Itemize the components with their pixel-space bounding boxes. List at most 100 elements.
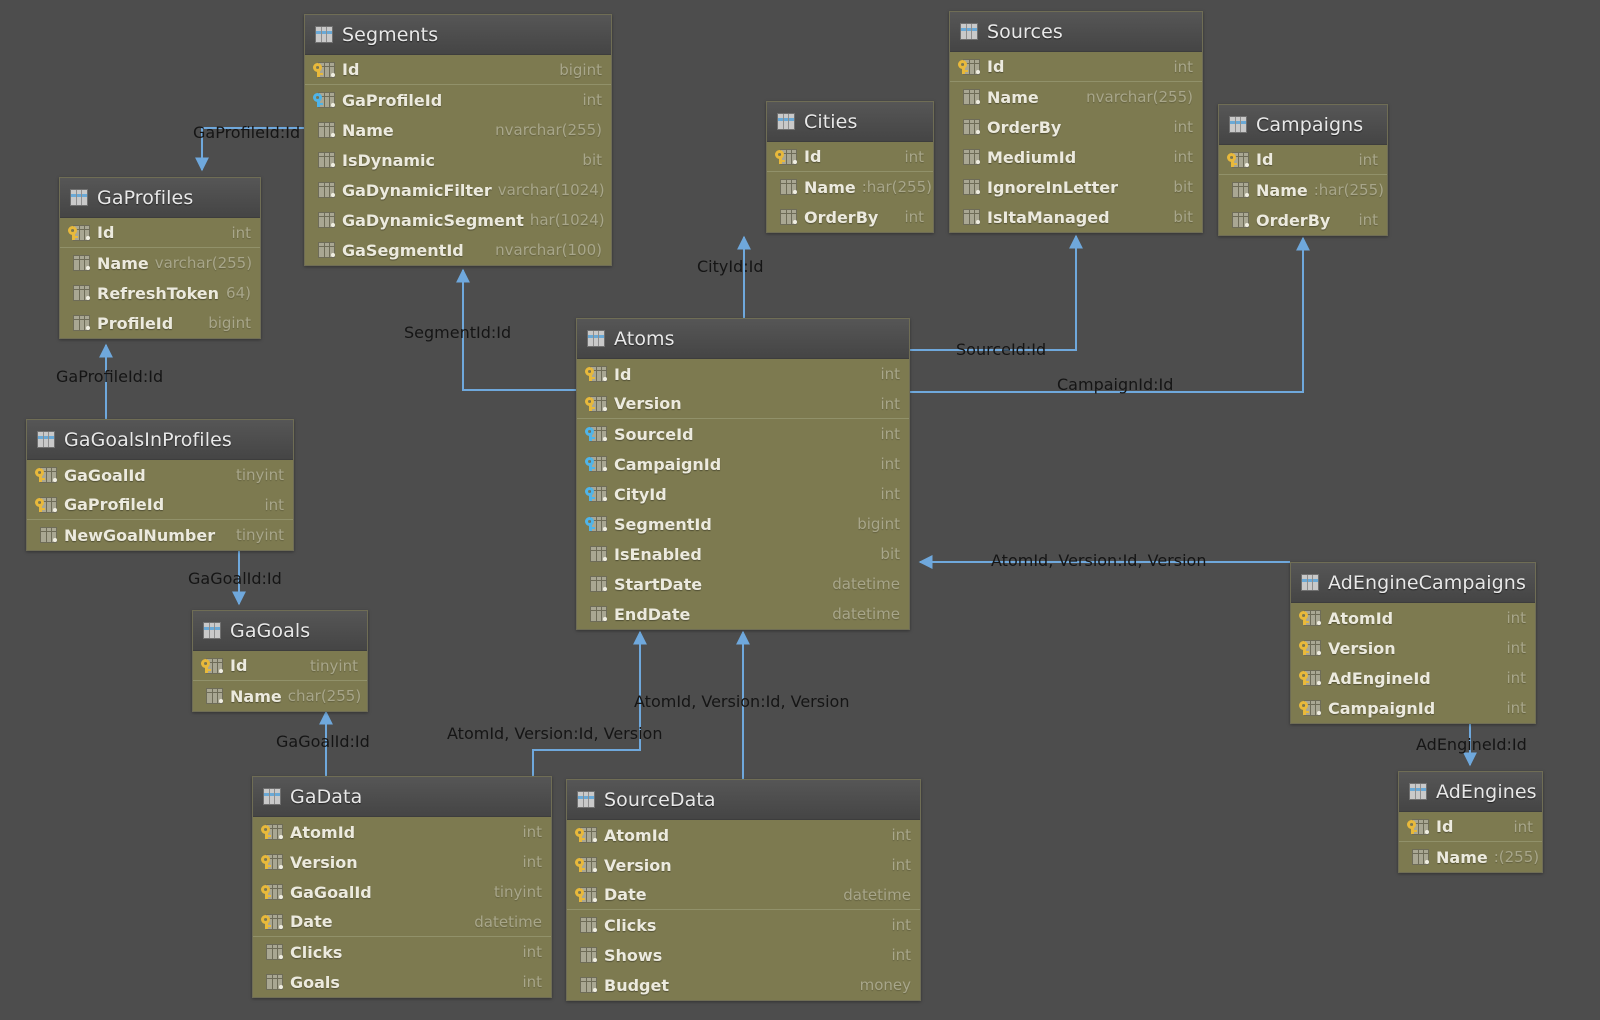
- column-name: AdEngineId: [1328, 668, 1431, 688]
- column-type: bit: [880, 545, 900, 563]
- table-row[interactable]: Name nvarchar(255): [950, 82, 1202, 112]
- table-row[interactable]: GaGoalId tinyint: [27, 460, 293, 490]
- key-icon: [1227, 152, 1239, 167]
- table-header-sourcedata[interactable]: SourceData: [567, 780, 920, 820]
- table-row[interactable]: StartDate datetime: [577, 569, 909, 599]
- table-row[interactable]: Version int: [253, 847, 551, 877]
- table-row[interactable]: AtomId int: [567, 820, 920, 850]
- table-row[interactable]: GaSegmentId nvarchar(100): [305, 235, 611, 265]
- table-adenginecampaigns[interactable]: AdEngineCampaigns AtomId int Version int AdEn…: [1290, 562, 1536, 724]
- table-row[interactable]: IgnoreInLetter bit: [950, 172, 1202, 202]
- table-adengines[interactable]: AdEngines Id int Name:(255): [1398, 771, 1543, 873]
- table-header-sources[interactable]: Sources: [950, 12, 1202, 52]
- table-header-campaigns[interactable]: Campaigns: [1219, 105, 1387, 145]
- table-row[interactable]: CampaignId int: [1291, 693, 1535, 723]
- table-row[interactable]: RefreshToken 64): [60, 278, 260, 308]
- table-row[interactable]: OrderBy int: [950, 112, 1202, 142]
- table-row[interactable]: GaDynamicFilter varchar(1024): [305, 175, 611, 205]
- table-header-gadata[interactable]: GaData: [253, 777, 551, 817]
- table-header-atoms[interactable]: Atoms: [577, 319, 909, 359]
- table-row[interactable]: Name nvarchar(255): [305, 115, 611, 145]
- column-name: OrderBy: [1256, 210, 1331, 230]
- table-gagoalsinprofiles[interactable]: GaGoalsInProfiles GaGoalId tinyint GaProfil…: [26, 419, 294, 551]
- table-row[interactable]: Name:har(255): [1219, 175, 1387, 205]
- table-row[interactable]: MediumId int: [950, 142, 1202, 172]
- column-name: IsItaManaged: [987, 207, 1110, 227]
- table-row[interactable]: Date datetime: [567, 880, 920, 910]
- table-row[interactable]: GaDynamicSegment har(1024): [305, 205, 611, 235]
- column-type: 64): [226, 284, 251, 302]
- table-row[interactable]: CampaignId int: [577, 449, 909, 479]
- table-header-gaprofiles[interactable]: GaProfiles: [60, 178, 260, 218]
- table-row[interactable]: AtomId int: [253, 817, 551, 847]
- table-row[interactable]: Name varchar(255): [60, 248, 260, 278]
- table-title: SourceData: [604, 788, 716, 811]
- table-row[interactable]: GaProfileId int: [305, 85, 611, 115]
- column-name: GaProfileId: [64, 495, 165, 514]
- table-row[interactable]: Id int: [767, 142, 933, 172]
- table-row[interactable]: Budget money: [567, 970, 920, 1000]
- table-row[interactable]: Id bigint: [305, 55, 611, 85]
- column-name: OrderBy: [804, 207, 879, 227]
- table-row[interactable]: Clicks int: [253, 937, 551, 967]
- table-row[interactable]: EndDate datetime: [577, 599, 909, 629]
- table-row[interactable]: Name:(255): [1399, 842, 1542, 872]
- table-icon: [960, 23, 978, 40]
- table-row[interactable]: Date datetime: [253, 907, 551, 937]
- table-row[interactable]: Id int: [60, 218, 260, 248]
- table-title: AdEngines: [1436, 780, 1537, 803]
- table-segments[interactable]: Segments Id bigint GaProfileId int Name nvarch…: [304, 14, 612, 266]
- table-row[interactable]: Name:har(255): [767, 172, 933, 202]
- table-row[interactable]: Id int: [1399, 812, 1542, 842]
- table-row[interactable]: Id tinyint: [193, 651, 367, 681]
- table-row[interactable]: Clicks int: [567, 910, 920, 940]
- column-type: bigint: [208, 314, 251, 332]
- table-row[interactable]: IsItaManaged bit: [950, 202, 1202, 232]
- table-row[interactable]: IsEnabled bit: [577, 539, 909, 569]
- table-row[interactable]: Id int: [950, 52, 1202, 82]
- table-header-cities[interactable]: Cities: [767, 102, 933, 142]
- table-row[interactable]: NewGoalNumber tinyint: [27, 520, 293, 550]
- table-row[interactable]: Id int: [577, 359, 909, 389]
- column-type: int: [891, 856, 911, 874]
- table-campaigns[interactable]: Campaigns Id int Name:har(255) OrderBy int: [1218, 104, 1388, 236]
- table-row[interactable]: Version int: [1291, 633, 1535, 663]
- table-header-gagoalsinprofiles[interactable]: GaGoalsInProfiles: [27, 420, 293, 460]
- table-row[interactable]: IsDynamic bit: [305, 145, 611, 175]
- table-header-adenginecampaigns[interactable]: AdEngineCampaigns: [1291, 563, 1535, 603]
- column-icon: [68, 254, 90, 272]
- table-icon: [1301, 574, 1319, 591]
- table-row[interactable]: SourceId int: [577, 419, 909, 449]
- table-sources[interactable]: Sources Id int Name nvarchar(255) OrderBy int M…: [949, 11, 1203, 233]
- table-gagoals[interactable]: GaGoals Id tinyint Name char(255): [192, 610, 368, 712]
- table-row[interactable]: CityId int: [577, 479, 909, 509]
- key-icon: [775, 149, 787, 164]
- table-header-gagoals[interactable]: GaGoals: [193, 611, 367, 651]
- column-type: int: [1173, 118, 1193, 136]
- column-icon: [585, 395, 607, 413]
- table-row[interactable]: AdEngineId int: [1291, 663, 1535, 693]
- table-row[interactable]: Goals int: [253, 967, 551, 997]
- table-cities[interactable]: Cities Id int Name:har(255) OrderBy int: [766, 101, 934, 233]
- table-row[interactable]: Version int: [567, 850, 920, 880]
- table-row[interactable]: OrderBy int: [1219, 205, 1387, 235]
- relationship-label-rel-atoms-segments: SegmentId:Id: [404, 323, 512, 342]
- table-row[interactable]: Shows int: [567, 940, 920, 970]
- table-header-segments[interactable]: Segments: [305, 15, 611, 55]
- table-atoms[interactable]: Atoms Id int Version int SourceId int CampaignI…: [576, 318, 910, 630]
- table-row[interactable]: SegmentId bigint: [577, 509, 909, 539]
- table-row[interactable]: ProfileId bigint: [60, 308, 260, 338]
- table-row[interactable]: Id int: [1219, 145, 1387, 175]
- key-icon: [958, 59, 970, 74]
- column-icon: [1227, 151, 1249, 169]
- table-header-adengines[interactable]: AdEngines: [1399, 772, 1542, 812]
- table-row[interactable]: GaProfileId int: [27, 490, 293, 520]
- table-sourcedata[interactable]: SourceData AtomId int Version int Date datetim…: [566, 779, 921, 1001]
- table-row[interactable]: Name char(255): [193, 681, 367, 711]
- table-gaprofiles[interactable]: GaProfiles Id int Name varchar(255) RefreshTo…: [59, 177, 261, 339]
- table-row[interactable]: Version int: [577, 389, 909, 419]
- table-gadata[interactable]: GaData AtomId int Version int GaGoalId tinyint…: [252, 776, 552, 998]
- table-row[interactable]: GaGoalId tinyint: [253, 877, 551, 907]
- table-row[interactable]: OrderBy int: [767, 202, 933, 232]
- table-row[interactable]: AtomId int: [1291, 603, 1535, 633]
